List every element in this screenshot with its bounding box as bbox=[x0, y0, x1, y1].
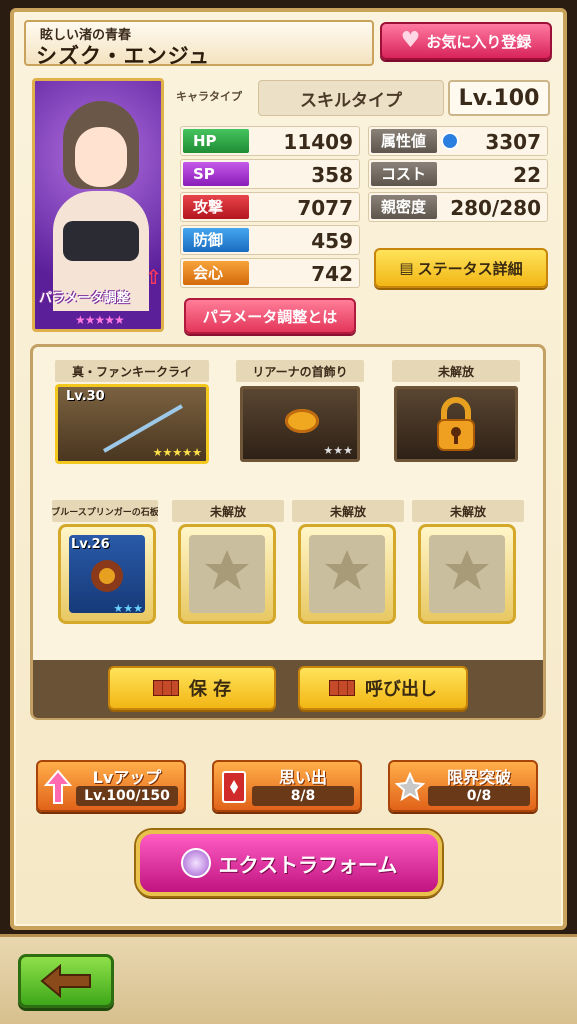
tablet-slot[interactable]: Lv.26 ★★★ bbox=[58, 524, 156, 624]
character-name: シズク・エンジュ bbox=[36, 44, 211, 68]
accessory-slot-title: リアーナの首飾り bbox=[236, 360, 364, 382]
sub-slot-title: 未解放 bbox=[172, 500, 284, 522]
sub-slot-title: 未解放 bbox=[412, 500, 524, 522]
tablet-level: Lv.26 bbox=[71, 537, 110, 552]
limit-break-value: 0/8 bbox=[428, 786, 530, 806]
stat-value: 459 bbox=[311, 229, 353, 253]
rarity-stars: ★★★★★ bbox=[75, 313, 125, 327]
chara-type-label: キャラタイプ bbox=[176, 90, 242, 103]
weapon-level: Lv.30 bbox=[66, 389, 105, 404]
stat-defense: 防御 459 bbox=[180, 225, 360, 255]
lock-icon bbox=[437, 397, 475, 451]
character-portrait[interactable]: ⇧ パラメータ調整 ★★★★★ bbox=[32, 78, 164, 332]
memory-value: 8/8 bbox=[252, 786, 354, 806]
stat-label: 攻撃 bbox=[183, 195, 249, 219]
limit-break-button[interactable]: 限界突破 0/8 bbox=[388, 760, 538, 812]
tablet-slot-title: ブルースプリンガーの石板 bbox=[52, 500, 158, 522]
stat-hp: HP 11409 bbox=[180, 126, 360, 156]
stat-label: SP bbox=[183, 162, 249, 186]
stat-value: 11409 bbox=[283, 130, 353, 154]
sub-slot-locked[interactable] bbox=[178, 524, 276, 624]
save-brick-icon bbox=[152, 680, 179, 696]
param-up-icon: ⇧ bbox=[145, 265, 162, 289]
level-up-value: Lv.100/150 bbox=[76, 786, 178, 806]
stat-label: 属性値 bbox=[371, 129, 437, 153]
extra-form-label: エクストラフォーム bbox=[218, 852, 398, 877]
stat-label: 防御 bbox=[183, 228, 249, 252]
level-up-title: Lvアップ bbox=[92, 768, 162, 787]
memory-title: 思い出 bbox=[278, 768, 327, 787]
star-emblem-icon bbox=[205, 550, 249, 590]
load-button[interactable]: 呼び出し bbox=[298, 666, 468, 710]
limit-star-icon bbox=[394, 768, 426, 806]
star-emblem-icon bbox=[445, 550, 489, 590]
water-element-icon bbox=[441, 132, 459, 150]
heart-icon: ♥ bbox=[400, 28, 421, 53]
status-detail-button[interactable]: ▤ ステータス詳細 bbox=[374, 248, 548, 288]
favorite-button[interactable]: ♥ お気に入り登録 bbox=[380, 22, 552, 60]
stat-label: 会心 bbox=[183, 261, 249, 285]
star-emblem-icon bbox=[325, 550, 369, 590]
sub-slot-title: 未解放 bbox=[292, 500, 404, 522]
back-arrow-icon bbox=[40, 964, 91, 998]
stat-value: 3307 bbox=[485, 130, 541, 154]
memory-card-icon bbox=[218, 768, 250, 806]
param-adjust-label: パラメータ調整 bbox=[39, 291, 130, 306]
limit-break-title: 限界突破 bbox=[446, 768, 511, 787]
stat-critical: 会心 742 bbox=[180, 258, 360, 288]
sub-slot-locked[interactable] bbox=[298, 524, 396, 624]
stat-value: 742 bbox=[311, 262, 353, 286]
level-up-button[interactable]: Lvアップ Lv.100/150 bbox=[36, 760, 186, 812]
portrait-clothes bbox=[63, 221, 139, 261]
extra-form-icon bbox=[180, 848, 211, 878]
stat-label: HP bbox=[183, 129, 249, 153]
stat-value: 280/280 bbox=[450, 196, 541, 220]
level-display: Lv.100 bbox=[448, 80, 550, 116]
stat-value: 358 bbox=[311, 163, 353, 187]
favorite-label: お気に入り登録 bbox=[426, 32, 532, 51]
locked-slot[interactable] bbox=[394, 386, 518, 462]
sub-slot-locked[interactable] bbox=[418, 524, 516, 624]
stat-cost: コスト 22 bbox=[368, 159, 548, 189]
weapon-slot[interactable]: Lv.30 ★★★★★ bbox=[55, 384, 209, 464]
weapon-slot-title: 真・ファンキークライ bbox=[55, 360, 209, 382]
stat-label: 親密度 bbox=[371, 195, 437, 219]
extra-form-button[interactable]: エクストラフォーム bbox=[136, 830, 442, 896]
load-label: 呼び出し bbox=[365, 679, 437, 700]
dragon-emblem-icon bbox=[91, 560, 123, 592]
title-plate: 眩しい渚の青春 シズク・エンジュ bbox=[24, 20, 374, 68]
status-detail-label: ステータス詳細 bbox=[417, 259, 523, 278]
stat-value: 22 bbox=[513, 163, 541, 187]
param-about-button[interactable]: パラメータ調整とは bbox=[184, 298, 356, 334]
save-label: 保 存 bbox=[188, 679, 232, 700]
back-button[interactable] bbox=[18, 954, 114, 1008]
save-button[interactable]: 保 存 bbox=[108, 666, 276, 710]
stat-value: 7077 bbox=[297, 196, 353, 220]
locked-slot-title: 未解放 bbox=[392, 360, 520, 382]
memory-button[interactable]: 思い出 8/8 bbox=[212, 760, 362, 812]
list-icon: ▤ bbox=[399, 259, 414, 277]
load-brick-icon bbox=[329, 680, 355, 696]
stat-affinity: 親密度 280/280 bbox=[368, 192, 548, 222]
tablet-stars: ★★★ bbox=[113, 602, 143, 615]
portrait-face bbox=[75, 127, 127, 187]
accessory-stars: ★★★ bbox=[323, 444, 353, 457]
accessory-slot[interactable]: ★★★ bbox=[240, 386, 360, 462]
up-arrow-icon bbox=[42, 768, 74, 806]
weapon-stars: ★★★★★ bbox=[152, 446, 202, 459]
chara-type-value: スキルタイプ bbox=[258, 80, 444, 116]
stat-attack: 攻撃 7077 bbox=[180, 192, 360, 222]
stat-sp: SP 358 bbox=[180, 159, 360, 189]
stat-label: コスト bbox=[371, 162, 437, 186]
ribbon-necklace-icon bbox=[285, 409, 319, 433]
stat-attribute: 属性値 3307 bbox=[368, 126, 548, 156]
